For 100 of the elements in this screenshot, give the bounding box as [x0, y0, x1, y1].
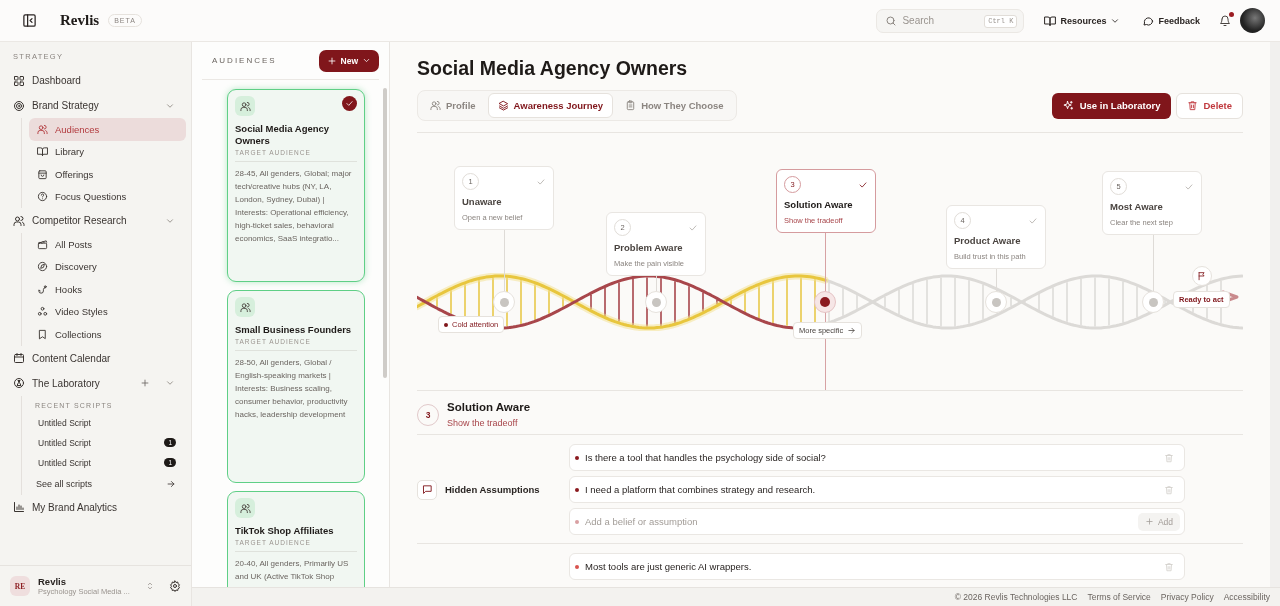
nav-item[interactable]: Dashboard	[7, 68, 186, 93]
stage-node[interactable]	[645, 291, 667, 313]
feedback-button[interactable]: Feedback	[1136, 10, 1206, 31]
nav-subitem[interactable]: Focus Questions	[29, 185, 186, 208]
message-icon	[417, 479, 437, 500]
compass-icon	[37, 261, 48, 273]
nav-subitem[interactable]: Video Styles	[29, 300, 186, 323]
nav-item[interactable]: Content Calendar	[7, 345, 186, 371]
delete-icon[interactable]	[1164, 452, 1174, 463]
tab[interactable]: Awareness Journey	[487, 93, 614, 118]
nav-item[interactable]: My Brand Analytics	[7, 494, 186, 520]
nav-subitem[interactable]: Offerings	[29, 163, 186, 186]
nav-subitem[interactable]: Discovery	[29, 255, 186, 278]
panel-title: AUDIENCES	[212, 56, 277, 65]
delete-icon[interactable]	[1164, 561, 1174, 572]
target-icon	[13, 99, 25, 112]
flag-icon	[1192, 266, 1212, 286]
layers-icon	[497, 100, 509, 111]
tab[interactable]: Profile	[420, 93, 486, 118]
chevron-icon	[362, 56, 371, 65]
footer-link[interactable]: Privacy Policy	[1160, 592, 1214, 602]
nav-subitem[interactable]: Library	[29, 140, 186, 163]
scrollbar[interactable]	[383, 88, 387, 378]
stage-title: Product Aware	[954, 235, 1022, 246]
see-all-link[interactable]: See all scripts	[29, 472, 186, 495]
nav-item[interactable]: The Laboratory	[7, 370, 186, 396]
speech-bubble-icon	[1142, 14, 1155, 27]
stage-node[interactable]	[814, 291, 836, 313]
scrollbar[interactable]	[1270, 42, 1280, 587]
footer-link[interactable]: Terms of Service	[1087, 592, 1151, 602]
belief-text: I need a platform that combines strategy and research.	[585, 484, 817, 495]
audience-title: Social Media Agency Owners	[235, 123, 331, 147]
nav-subitem[interactable]: Collections	[29, 323, 186, 346]
settings-icon[interactable]	[169, 580, 181, 592]
people-icon	[37, 123, 48, 135]
plus-icon	[1144, 517, 1154, 526]
bell-icon[interactable]	[1219, 14, 1231, 27]
connector-line	[656, 276, 657, 291]
audience-description: 20-40, All genders, Primarily US and UK (Active TikTok Shop	[235, 558, 350, 583]
nav-item[interactable]: Competitor Research	[7, 208, 186, 233]
audience-card[interactable]	[227, 89, 365, 282]
up-down-icon	[145, 581, 155, 591]
belief-item[interactable]: Is there a tool that handles the psychology side of social?	[569, 444, 1185, 471]
book-icon	[37, 146, 48, 158]
nav-subitem[interactable]: All Posts	[29, 233, 186, 256]
stage-title: Unaware	[462, 196, 503, 207]
brand-name: Revlis	[60, 12, 100, 29]
stage-title: Problem Aware	[614, 242, 684, 253]
nav-subitem[interactable]: Hooks	[29, 278, 186, 301]
stage-node[interactable]	[985, 291, 1007, 313]
audience-description: 28-45, All genders, Global; major tech/creative hubs (NY, LA, London, Sydney, Dubai) | Interests: Operational efficiency, high-ticket sales, behavioral economics, SaaS integratio...	[235, 168, 353, 245]
book-icon	[1044, 14, 1057, 27]
use-in-laboratory-button[interactable]: Use in Laboratory	[1051, 92, 1172, 119]
footer-link[interactable]: Accessibility	[1223, 592, 1270, 602]
clapperboard-icon	[37, 238, 48, 250]
chevron-icon[interactable]	[165, 378, 175, 388]
nav-subitem[interactable]: Audiences	[29, 118, 186, 141]
stage-title: Most Aware	[1110, 201, 1164, 212]
connector-line	[1153, 235, 1154, 291]
resources-menu[interactable]: Resources	[1038, 10, 1127, 31]
stage-subtitle: Show the tradeoff	[447, 418, 519, 428]
audience-title: Small Business Founders	[235, 324, 353, 336]
circles-icon	[37, 306, 48, 318]
workspace-name: Revlis	[38, 576, 67, 587]
trash-icon	[1187, 100, 1199, 111]
stage-node[interactable]	[1142, 291, 1164, 313]
belief-item[interactable]: Most tools are just generic AI wrappers.	[569, 553, 1185, 580]
stage-node[interactable]	[493, 291, 515, 313]
belief-text: Most tools are just generic AI wrappers.	[585, 561, 753, 572]
stage-title: Solution Aware	[447, 401, 531, 413]
people-icon	[235, 96, 255, 116]
grid-icon	[13, 74, 25, 87]
bookmark-icon	[37, 328, 48, 340]
check-icon	[342, 96, 357, 111]
people-icon	[13, 214, 25, 227]
hook-icon	[37, 283, 48, 295]
nav-item[interactable]: Brand Strategy	[7, 93, 186, 118]
audience-description: 28-50, All genders, Global / English-speaking markets | Interests: Business scaling, consumer behavior, productivity hacks, leadership development	[235, 357, 349, 421]
script-item[interactable]: Untitled Script	[29, 412, 186, 433]
search-icon	[885, 14, 898, 27]
copyright-text: © 2026 Revlis Technologies LLC	[954, 592, 1078, 602]
new-button[interactable]: New	[318, 49, 379, 72]
bag-icon	[37, 168, 48, 180]
avatar-placeholder[interactable]	[1240, 8, 1265, 33]
delete-icon[interactable]	[1164, 484, 1174, 495]
arrow-right-icon	[847, 326, 857, 335]
belief-item[interactable]: I need a platform that combines strategy and research.	[569, 476, 1185, 503]
calendar-icon	[13, 352, 25, 364]
people-icon	[235, 498, 255, 518]
belief-text: Is there a tool that handles the psychology side of social?	[585, 452, 827, 463]
sidebar-toggle-icon[interactable]	[22, 13, 37, 28]
audience-title: TikTok Shop Affiliates	[235, 525, 335, 537]
delete-button[interactable]: Delete	[1176, 92, 1243, 119]
sparkles-icon	[1062, 100, 1074, 111]
question-icon	[37, 191, 48, 203]
stage-title: Solution Aware	[784, 199, 854, 210]
section-title: Hidden Assumptions	[445, 484, 540, 495]
page-title: Social Media Agency Owners	[417, 56, 689, 80]
add-icon[interactable]	[140, 378, 150, 388]
people-icon	[430, 100, 441, 111]
